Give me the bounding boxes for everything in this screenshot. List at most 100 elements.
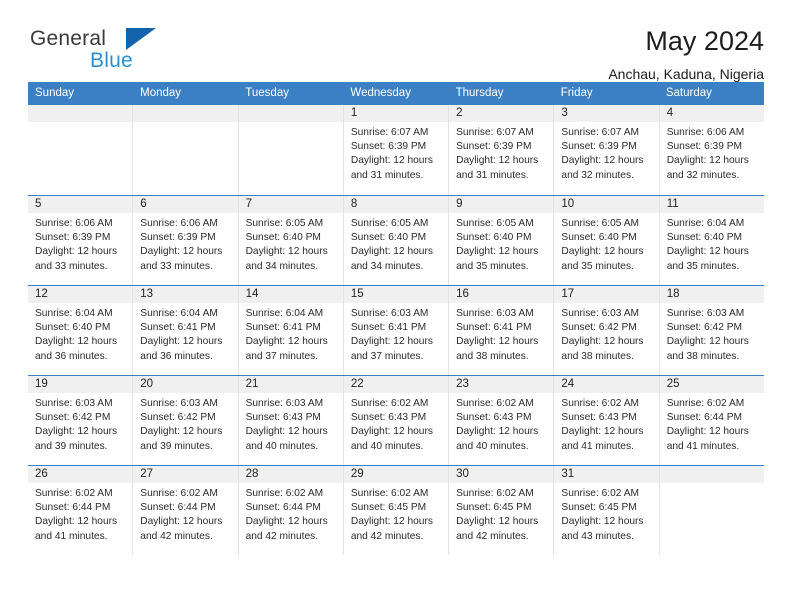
sunrise-text: Sunrise: 6:04 AM <box>140 308 218 319</box>
sunset-text: Sunset: 6:40 PM <box>456 232 532 244</box>
sunrise-text: Sunrise: 6:04 AM <box>245 308 324 319</box>
sunrise-text: Sunrise: 6:06 AM <box>140 218 218 229</box>
calendar-day-cell[interactable]: 12 Sunrise: 6:04 AM Sunset: 6:40 PM Dayligh… <box>28 286 133 375</box>
day-number: 11 <box>659 196 764 213</box>
daylight-text: Daylight: 12 hours and 35 minutes. <box>456 246 539 272</box>
day-number: 12 <box>28 286 133 303</box>
daylight-text: Daylight: 12 hours and 39 minutes. <box>35 426 118 452</box>
sunset-text: Sunset: 6:40 PM <box>666 232 743 244</box>
day-details: Sunrise: 6:02 AM Sunset: 6:43 PM Daylight:… <box>554 393 658 454</box>
sunset-text: Sunset: 6:41 PM <box>350 322 427 334</box>
calendar-day-cell[interactable]: 29 Sunrise: 6:02 AM Sunset: 6:45 PM Dayligh… <box>342 466 449 555</box>
day-number: 30 <box>449 466 554 483</box>
calendar-day-cell[interactable]: 1 Sunrise: 6:07 AM Sunset: 6:39 PM Daylight… <box>342 105 449 195</box>
day-number: 3 <box>554 105 659 122</box>
general-blue-logo: General Blue <box>28 24 158 76</box>
day-details: Sunrise: 6:03 AM Sunset: 6:42 PM Daylight:… <box>554 303 658 364</box>
calendar-day-cell[interactable]: 31 Sunrise: 6:02 AM Sunset: 6:45 PM Dayligh… <box>553 466 659 555</box>
sunset-text: Sunset: 6:41 PM <box>245 322 321 334</box>
sunset-text: Sunset: 6:39 PM <box>35 232 111 244</box>
daylight-text: Daylight: 12 hours and 41 minutes. <box>561 426 644 452</box>
day-number: 24 <box>554 376 659 393</box>
calendar-day-cell[interactable]: 13 Sunrise: 6:04 AM Sunset: 6:41 PM Dayligh… <box>132 286 238 375</box>
page-header: General Blue May 2024 Anchau, Kaduna, Ni… <box>28 0 764 82</box>
calendar-day-cell[interactable]: 10 Sunrise: 6:05 AM Sunset: 6:40 PM Dayligh… <box>553 196 659 285</box>
sunset-text: Sunset: 6:41 PM <box>456 322 532 334</box>
weekday-header-saturday: Saturday <box>665 87 712 99</box>
calendar-day-cell[interactable]: 23 Sunrise: 6:02 AM Sunset: 6:43 PM Dayligh… <box>448 376 554 465</box>
sunrise-text: Sunrise: 6:05 AM <box>245 218 324 229</box>
calendar-day-cell[interactable]: 6 Sunrise: 6:06 AM Sunset: 6:39 PM Daylight… <box>132 196 238 285</box>
calendar-day-cell[interactable]: 21 Sunrise: 6:03 AM Sunset: 6:43 PM Dayligh… <box>237 376 343 465</box>
day-details: Sunrise: 6:03 AM Sunset: 6:41 PM Daylight:… <box>344 303 448 364</box>
sunrise-text: Sunrise: 6:03 AM <box>456 308 534 319</box>
day-details: Sunrise: 6:02 AM Sunset: 6:44 PM Daylight:… <box>660 393 764 454</box>
page-title: May 2024 <box>645 26 764 56</box>
calendar-day-cell[interactable]: 5 Sunrise: 6:06 AM Sunset: 6:39 PM Daylight… <box>28 196 133 285</box>
calendar-day-cell[interactable]: 18 Sunrise: 6:03 AM Sunset: 6:42 PM Dayligh… <box>658 286 764 375</box>
calendar-day-cell[interactable]: 11 Sunrise: 6:04 AM Sunset: 6:40 PM Dayligh… <box>658 196 764 285</box>
day-number <box>238 105 343 122</box>
calendar-page: General Blue May 2024 Anchau, Kaduna, Ni… <box>0 0 792 612</box>
calendar-day-cell[interactable]: 24 Sunrise: 6:02 AM Sunset: 6:43 PM Dayligh… <box>553 376 659 465</box>
calendar-day-cell[interactable]: 26 Sunrise: 6:02 AM Sunset: 6:44 PM Dayligh… <box>28 466 133 555</box>
calendar-day-cell[interactable]: 2 Sunrise: 6:07 AM Sunset: 6:39 PM Daylight… <box>448 105 554 195</box>
location-subtitle: Anchau, Kaduna, Nigeria <box>608 66 764 83</box>
calendar-day-cell[interactable]: 15 Sunrise: 6:03 AM Sunset: 6:41 PM Dayligh… <box>342 286 449 375</box>
day-number: 21 <box>238 376 343 393</box>
sunrise-text: Sunrise: 6:05 AM <box>456 218 534 229</box>
sunset-text: Sunset: 6:45 PM <box>456 502 532 514</box>
day-number: 19 <box>28 376 133 393</box>
sunrise-text: Sunrise: 6:02 AM <box>456 488 534 499</box>
calendar-day-cell[interactable]: 17 Sunrise: 6:03 AM Sunset: 6:42 PM Dayligh… <box>553 286 659 375</box>
calendar-day-cell[interactable]: 25 Sunrise: 6:02 AM Sunset: 6:44 PM Dayligh… <box>658 376 764 465</box>
day-number: 22 <box>343 376 449 393</box>
calendar-day-cell[interactable]: 14 Sunrise: 6:04 AM Sunset: 6:41 PM Dayligh… <box>237 286 343 375</box>
calendar-day-cell[interactable]: 19 Sunrise: 6:03 AM Sunset: 6:42 PM Dayligh… <box>28 376 133 465</box>
day-number: 7 <box>238 196 343 213</box>
daylight-text: Daylight: 12 hours and 34 minutes. <box>350 246 433 272</box>
sunset-text: Sunset: 6:45 PM <box>561 502 637 514</box>
calendar-day-cell[interactable]: 16 Sunrise: 6:03 AM Sunset: 6:41 PM Dayligh… <box>448 286 554 375</box>
calendar-grid: Sunday Monday Tuesday Wednesday Thursday… <box>28 82 764 555</box>
calendar-day-cell[interactable]: 22 Sunrise: 6:02 AM Sunset: 6:43 PM Dayligh… <box>342 376 449 465</box>
daylight-text: Daylight: 12 hours and 34 minutes. <box>245 246 328 272</box>
sunset-text: Sunset: 6:39 PM <box>666 141 743 153</box>
calendar-week-row: 26 Sunrise: 6:02 AM Sunset: 6:44 PM Dayligh… <box>28 465 764 555</box>
daylight-text: Daylight: 12 hours and 36 minutes. <box>35 336 118 362</box>
day-details: Sunrise: 6:02 AM Sunset: 6:45 PM Daylight:… <box>554 483 658 544</box>
daylight-text: Daylight: 12 hours and 35 minutes. <box>666 246 749 272</box>
calendar-day-cell[interactable]: 9 Sunrise: 6:05 AM Sunset: 6:40 PM Daylight… <box>448 196 554 285</box>
sunset-text: Sunset: 6:39 PM <box>350 141 427 153</box>
sunrise-text: Sunrise: 6:04 AM <box>35 308 113 319</box>
sunset-text: Sunset: 6:42 PM <box>666 322 743 334</box>
weekday-header-wednesday: Wednesday <box>350 87 411 99</box>
calendar-day-cell[interactable]: 30 Sunrise: 6:02 AM Sunset: 6:45 PM Dayligh… <box>448 466 554 555</box>
calendar-day-cell[interactable]: 28 Sunrise: 6:02 AM Sunset: 6:44 PM Dayligh… <box>237 466 343 555</box>
calendar-day-cell[interactable]: 20 Sunrise: 6:03 AM Sunset: 6:42 PM Dayligh… <box>132 376 238 465</box>
daylight-text: Daylight: 12 hours and 33 minutes. <box>140 246 223 272</box>
calendar-day-cell[interactable]: 27 Sunrise: 6:02 AM Sunset: 6:44 PM Dayligh… <box>132 466 238 555</box>
sunrise-text: Sunrise: 6:02 AM <box>350 398 429 409</box>
sunrise-text: Sunrise: 6:06 AM <box>666 127 745 138</box>
weekday-header-sunday: Sunday <box>35 87 75 99</box>
sunrise-text: Sunrise: 6:03 AM <box>245 398 324 409</box>
daylight-text: Daylight: 12 hours and 42 minutes. <box>350 516 433 542</box>
day-number: 27 <box>133 466 238 483</box>
day-number: 29 <box>343 466 449 483</box>
day-number: 9 <box>449 196 554 213</box>
day-details: Sunrise: 6:07 AM Sunset: 6:39 PM Daylight:… <box>449 122 553 183</box>
day-number: 4 <box>659 105 764 122</box>
day-number: 28 <box>238 466 343 483</box>
calendar-day-cell[interactable]: 7 Sunrise: 6:05 AM Sunset: 6:40 PM Daylight… <box>237 196 343 285</box>
day-details: Sunrise: 6:02 AM Sunset: 6:44 PM Daylight:… <box>239 483 343 544</box>
day-number: 23 <box>449 376 554 393</box>
title-block: May 2024 Anchau, Kaduna, Nigeria <box>608 24 764 82</box>
calendar-day-cell[interactable]: 4 Sunrise: 6:06 AM Sunset: 6:39 PM Daylight… <box>658 105 764 195</box>
calendar-day-cell[interactable]: 8 Sunrise: 6:05 AM Sunset: 6:40 PM Daylight… <box>342 196 449 285</box>
day-details: Sunrise: 6:02 AM Sunset: 6:45 PM Daylight:… <box>344 483 448 544</box>
sunrise-text: Sunrise: 6:02 AM <box>561 398 639 409</box>
calendar-day-cell[interactable]: 3 Sunrise: 6:07 AM Sunset: 6:39 PM Daylight… <box>553 105 659 195</box>
day-details: Sunrise: 6:02 AM Sunset: 6:44 PM Daylight:… <box>28 483 132 544</box>
day-number <box>659 466 764 483</box>
